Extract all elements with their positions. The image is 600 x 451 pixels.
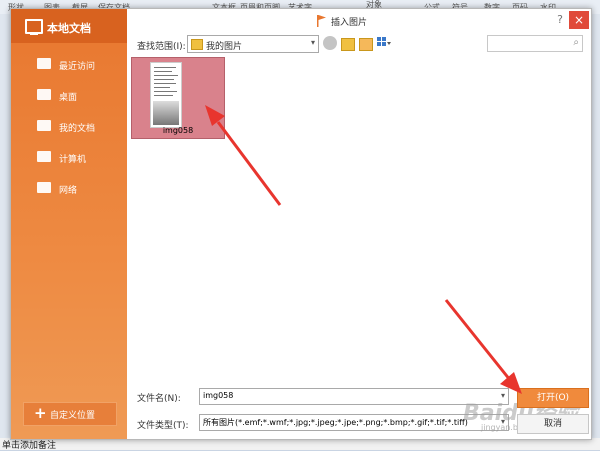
location-sidebar: 本地文档 最近访问 桌面 我的文档 计算机 网络 + 自定义位置 (11, 9, 127, 439)
plus-icon: + (34, 404, 47, 422)
sidebar-item-computer[interactable]: 计算机 (11, 142, 127, 172)
sidebar-title: 本地文档 (47, 22, 91, 35)
back-icon[interactable] (323, 36, 337, 50)
view-menu-icon[interactable] (377, 37, 391, 49)
sidebar-header: 本地文档 (11, 9, 127, 43)
recent-icon (37, 58, 51, 69)
search-input[interactable]: ⌕ (487, 35, 583, 52)
sidebar-item-network[interactable]: 网络 (11, 173, 127, 203)
monitor-icon (25, 19, 43, 35)
open-button[interactable]: 打开(O) (517, 388, 589, 408)
insert-picture-dialog: 本地文档 最近访问 桌面 我的文档 计算机 网络 + 自定义位置 插入图片 ? … (10, 8, 592, 440)
cancel-button[interactable]: 取消 (517, 414, 589, 434)
image-thumbnail (150, 62, 182, 128)
sidebar-item-label: 网络 (59, 186, 78, 196)
close-button[interactable]: × (569, 11, 589, 29)
help-button[interactable]: ? (551, 11, 569, 29)
sidebar-item-desktop[interactable]: 桌面 (11, 80, 127, 110)
add-custom-location-button[interactable]: + 自定义位置 (23, 402, 117, 426)
computer-icon (37, 151, 51, 162)
filename-value: img058 (203, 391, 234, 400)
look-in-value: 我的图片 (206, 42, 243, 52)
folder-icon (191, 39, 203, 50)
file-name: img058 (162, 126, 194, 135)
dialog-title: 插入图片 (331, 18, 368, 28)
flag-icon (317, 15, 326, 27)
sidebar-item-label: 计算机 (59, 155, 87, 165)
new-folder-icon[interactable] (359, 38, 373, 51)
folder-icon (37, 120, 51, 131)
look-in-dropdown[interactable]: 我的图片 ▾ (187, 35, 319, 53)
up-folder-icon[interactable] (341, 38, 355, 51)
chevron-down-icon: ▾ (310, 38, 315, 47)
look-in-label: 查找范围(I): (137, 42, 186, 52)
sidebar-item-recent[interactable]: 最近访问 (11, 49, 127, 79)
filename-label: 文件名(N): (137, 394, 181, 404)
sidebar-item-label: 桌面 (59, 93, 78, 103)
file-item-selected[interactable]: img058 (131, 57, 225, 139)
filetype-label: 文件类型(T): (137, 421, 189, 431)
sidebar-item-label: 最近访问 (59, 62, 96, 72)
network-icon (37, 182, 51, 193)
filetype-value: 所有图片(*.emf;*.wmf;*.jpg;*.jpeg;*.jpe;*.pn… (203, 418, 468, 427)
sidebar-item-label: 我的文档 (59, 124, 96, 134)
sidebar-item-my-documents[interactable]: 我的文档 (11, 111, 127, 141)
add-location-label: 自定义位置 (50, 411, 96, 421)
desktop-icon (37, 89, 51, 100)
search-icon: ⌕ (573, 37, 579, 48)
